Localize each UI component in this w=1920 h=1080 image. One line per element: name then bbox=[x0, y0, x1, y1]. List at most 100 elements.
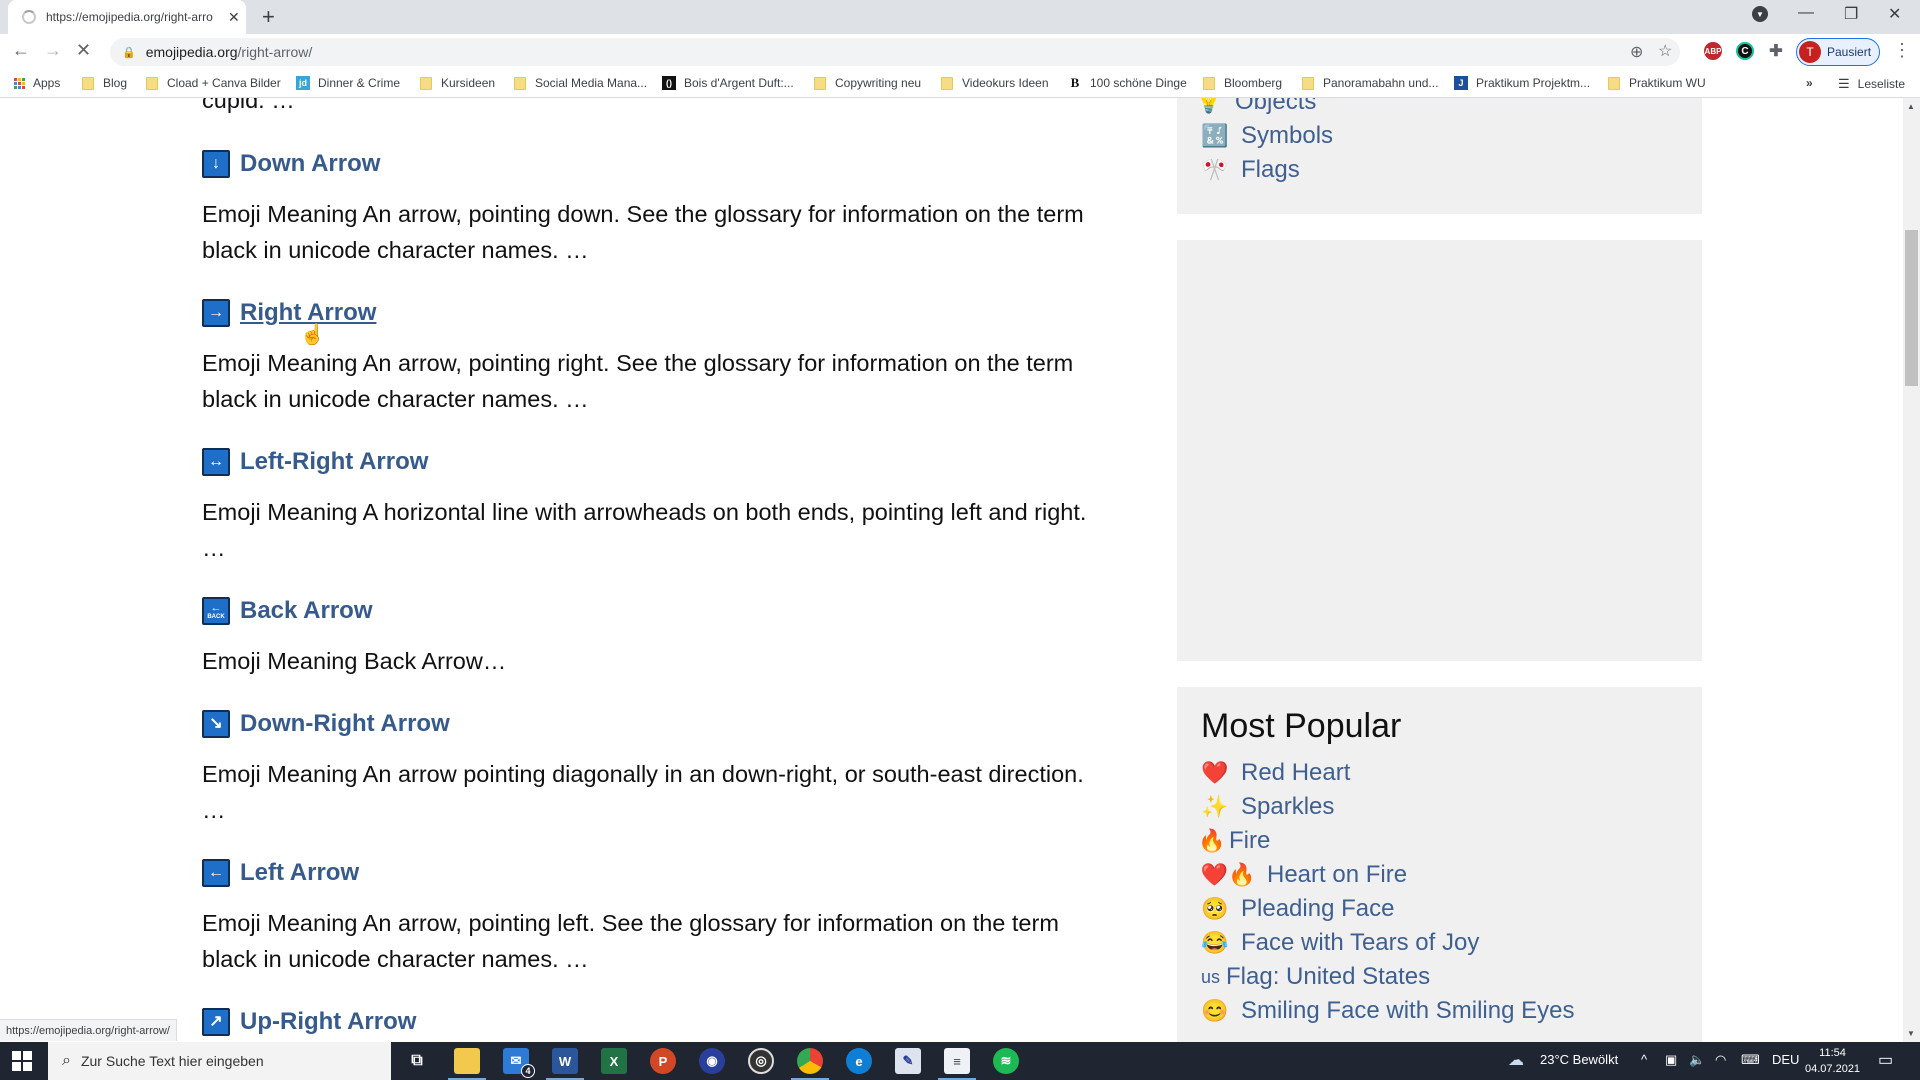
chrome-icon[interactable] bbox=[791, 1048, 829, 1080]
popular-smiling-eyes[interactable]: 😊 Smiling Face with Smiling Eyes bbox=[1201, 997, 1574, 1025]
category-symbols[interactable]: 🔣 Symbols bbox=[1201, 122, 1333, 150]
bookmark-dinner-crime[interactable]: jd Dinner & Crime bbox=[296, 76, 400, 90]
scroll-down-icon[interactable]: ▼ bbox=[1907, 1029, 1915, 1038]
ad-placeholder bbox=[1177, 240, 1702, 661]
word-icon[interactable]: W bbox=[546, 1048, 584, 1080]
emoji-description: Emoji Meaning A horizontal line with arr… bbox=[202, 499, 1087, 561]
jd-favicon-icon: jd bbox=[296, 76, 310, 90]
forward-button[interactable]: → bbox=[44, 40, 62, 61]
close-tab-icon[interactable]: ✕ bbox=[228, 9, 240, 26]
bookmark-blog[interactable]: Blog bbox=[82, 76, 127, 90]
camera-icon[interactable]: ▣ bbox=[1665, 1052, 1677, 1068]
avatar: T bbox=[1799, 41, 1821, 63]
bookmarks-overflow-button[interactable]: » bbox=[1806, 76, 1813, 90]
restore-button[interactable]: ❐ bbox=[1844, 4, 1858, 24]
show-hidden-icons-icon[interactable]: ^ bbox=[1641, 1052, 1647, 1067]
edge-icon[interactable]: e bbox=[846, 1048, 872, 1074]
task-view-icon[interactable]: ⧉ bbox=[404, 1048, 430, 1074]
tab-search-icon[interactable]: ▼ bbox=[1752, 6, 1768, 22]
spotify-icon[interactable]: ≋ bbox=[993, 1048, 1019, 1074]
close-window-button[interactable]: ✕ bbox=[1888, 4, 1901, 24]
profile-button[interactable]: T Pausiert bbox=[1796, 38, 1880, 66]
bookmark-bloomberg[interactable]: Bloomberg bbox=[1203, 76, 1282, 90]
zoom-icon[interactable]: ⊕ bbox=[1630, 42, 1643, 62]
browser-menu-icon[interactable]: ⋮ bbox=[1893, 40, 1911, 61]
language-indicator[interactable]: DEU bbox=[1772, 1052, 1799, 1067]
app-icon[interactable]: ✎ bbox=[895, 1048, 921, 1074]
bookmark-kursideen[interactable]: Kursideen bbox=[420, 76, 495, 90]
emoji-link-left-right-arrow[interactable]: ↔ Left-Right Arrow bbox=[202, 448, 428, 476]
back-arrow-emoji-icon: ← BACK bbox=[202, 597, 230, 625]
bookmark-videokurs[interactable]: Videokurs Ideen bbox=[941, 76, 1049, 90]
excel-icon[interactable]: X bbox=[601, 1048, 627, 1074]
obs-icon[interactable]: ◎ bbox=[748, 1048, 774, 1074]
weather-text[interactable]: 23°C Bewölkt bbox=[1540, 1052, 1618, 1067]
new-tab-button[interactable]: + bbox=[262, 4, 275, 30]
keyboard-icon[interactable]: ⌨ bbox=[1741, 1052, 1760, 1068]
notifications-icon[interactable]: ▭ bbox=[1878, 1050, 1893, 1070]
category-objects[interactable]: 💡 Objects bbox=[1195, 98, 1316, 116]
popular-red-heart[interactable]: ❤️ Red Heart bbox=[1201, 759, 1350, 787]
emoji-link-left-arrow[interactable]: ← Left Arrow bbox=[202, 859, 359, 887]
dark-favicon-icon: () bbox=[662, 76, 676, 90]
lock-icon[interactable]: 🔒 bbox=[122, 46, 136, 59]
page-scrollbar[interactable]: ▲ ▼ bbox=[1903, 98, 1920, 1042]
popular-tears-of-joy[interactable]: 😂 Face with Tears of Joy bbox=[1201, 929, 1479, 957]
emoji-link-up-right-arrow[interactable]: ↗ Up-Right Arrow bbox=[202, 1008, 416, 1036]
popular-heart-on-fire[interactable]: ❤️🔥 Heart on Fire bbox=[1201, 861, 1407, 889]
category-flags[interactable]: 🎌 Flags bbox=[1201, 156, 1299, 184]
crossed-flags-icon: 🎌 bbox=[1201, 157, 1229, 182]
stop-loading-button[interactable]: ✕ bbox=[76, 40, 91, 61]
scrollbar-thumb[interactable] bbox=[1905, 230, 1918, 386]
popular-fire[interactable]: 🔥 Fire bbox=[1198, 827, 1270, 855]
notepad-icon[interactable]: ≡ bbox=[938, 1048, 976, 1080]
reading-list-button[interactable]: ☰ Leseliste bbox=[1838, 76, 1905, 92]
bookmark-apps[interactable]: Apps bbox=[14, 76, 60, 90]
emoji-description: Emoji Meaning An arrow, pointing left. S… bbox=[202, 910, 1059, 972]
grammarly-icon[interactable]: C bbox=[1736, 42, 1754, 60]
minimize-button[interactable]: — bbox=[1798, 4, 1814, 22]
bookmark-100-schoene-dinge[interactable]: B 100 schöne Dinge bbox=[1068, 75, 1187, 90]
bookmarks-bar: Apps Blog Cload + Canva Bilder jd Dinner … bbox=[0, 70, 1920, 98]
bookmark-cload-canva[interactable]: Cload + Canva Bilder bbox=[146, 76, 281, 90]
scroll-up-icon[interactable]: ▲ bbox=[1907, 102, 1915, 111]
emoji-link-right-arrow[interactable]: → Right Arrow bbox=[202, 299, 376, 327]
mail-icon[interactable]: ✉ 4 bbox=[503, 1048, 535, 1078]
popular-pleading-face[interactable]: 🥺 Pleading Face bbox=[1201, 895, 1394, 923]
network-icon[interactable]: ◠ bbox=[1715, 1052, 1726, 1068]
address-bar[interactable]: 🔒 emojipedia.org/right-arrow/ ⊕ ☆ bbox=[110, 38, 1680, 66]
search-icon: ⌕ bbox=[62, 1052, 71, 1069]
right-arrow-emoji-icon: → bbox=[202, 299, 230, 327]
bookmark-praktikum-wu[interactable]: Praktikum WU bbox=[1608, 76, 1706, 90]
fire-icon: 🔥 bbox=[1198, 828, 1226, 853]
emoji-link-down-arrow[interactable]: ↓ Down Arrow bbox=[202, 150, 380, 178]
browser-tab[interactable]: https://emojipedia.org/right-arro ✕ bbox=[8, 0, 246, 34]
popular-flag-us[interactable]: us Flag: United States bbox=[1201, 963, 1430, 991]
bookmark-praktikum-projektm[interactable]: J Praktikum Projektm... bbox=[1454, 76, 1590, 90]
app-icon[interactable]: ◉ bbox=[699, 1048, 725, 1074]
profile-status: Pausiert bbox=[1827, 45, 1872, 59]
bookmark-star-icon[interactable]: ☆ bbox=[1658, 41, 1672, 61]
extensions-puzzle-icon[interactable]: ✚ bbox=[1767, 42, 1785, 60]
emoji-link-back-arrow[interactable]: ← BACK Back Arrow bbox=[202, 597, 373, 625]
emoji-link-down-right-arrow[interactable]: ↘ Down-Right Arrow bbox=[202, 710, 450, 738]
tab-strip: https://emojipedia.org/right-arro ✕ + ▼ … bbox=[0, 0, 1920, 34]
red-heart-icon: ❤️ bbox=[1201, 760, 1229, 785]
up-right-arrow-emoji-icon: ↗ bbox=[202, 1008, 230, 1036]
file-explorer-icon[interactable] bbox=[448, 1048, 486, 1080]
volume-icon[interactable]: 🔈 bbox=[1689, 1052, 1705, 1068]
bookmark-panoramabahn[interactable]: Panoramabahn und... bbox=[1302, 76, 1438, 90]
bookmark-social-media[interactable]: Social Media Mana... bbox=[514, 76, 647, 90]
clock[interactable]: 11:54 04.07.2021 bbox=[1805, 1045, 1860, 1077]
bookmark-copywriting[interactable]: Copywriting neu bbox=[814, 76, 921, 90]
heart-on-fire-icon: ❤️🔥 bbox=[1200, 862, 1256, 887]
taskbar-search-box[interactable]: ⌕ Zur Suche Text hier eingeben bbox=[48, 1042, 391, 1080]
powerpoint-icon[interactable]: P bbox=[650, 1048, 676, 1074]
bookmark-bois-dargent[interactable]: () Bois d'Argent Duft:... bbox=[662, 76, 794, 90]
windows-start-button[interactable] bbox=[12, 1051, 32, 1071]
back-button[interactable]: ← bbox=[12, 40, 30, 61]
popular-sparkles[interactable]: ✨ Sparkles bbox=[1201, 793, 1334, 821]
adblock-plus-icon[interactable]: ABP bbox=[1704, 42, 1722, 60]
apps-grid-icon bbox=[14, 77, 25, 89]
folder-icon bbox=[1302, 76, 1314, 90]
